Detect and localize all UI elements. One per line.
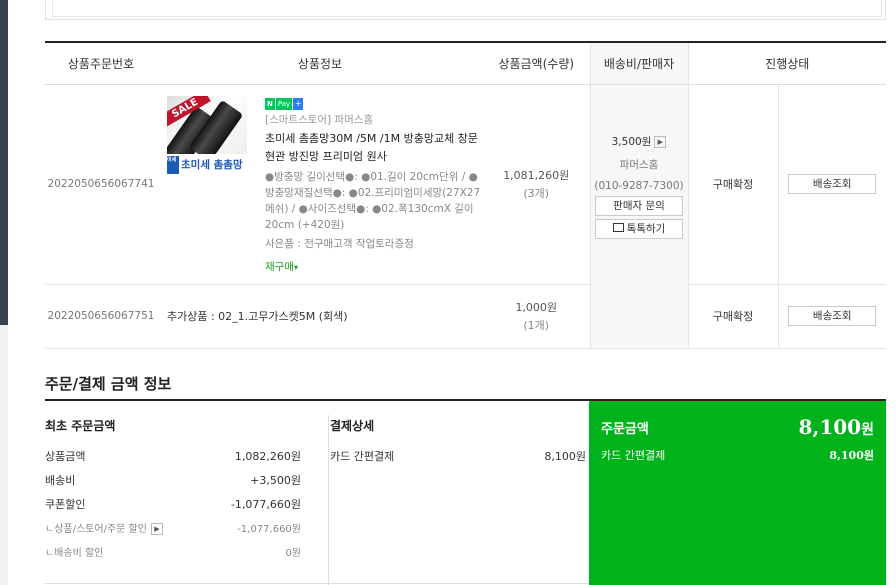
order-table: 상품주문번호 상품정보 상품금액(수량) 배송비/판매자 진행상태 202205… <box>45 41 886 349</box>
order-total-amount-wrap: 8,100원 <box>798 415 874 439</box>
summary-row-value: +3,500원 <box>250 474 301 487</box>
window-edge-lower <box>0 325 8 585</box>
chat-icon <box>612 223 624 232</box>
header-product-info: 상품정보 <box>157 41 483 85</box>
track-delivery-button[interactable]: 배송조회 <box>788 174 877 194</box>
product-name[interactable]: 초미세 촘촘망30M /5M /1M 방충망교체 창문 현관 방진망 프리미엄 … <box>265 130 483 166</box>
summary-row-value: -1,077,660원 <box>237 524 301 535</box>
payment-detail: 결제상세 카드 간편결제 8,100원 <box>328 415 586 585</box>
summary-row: 쿠폰할인 -1,077,660원 <box>45 496 301 520</box>
summary-row: 상품금액 1,082,260원 <box>45 448 301 472</box>
summary-row-label: ㄴ배송비 할인 <box>45 548 104 559</box>
price-cell: 1,081,260원 (3개) <box>483 84 590 285</box>
order-total-panel: 주문금액 8,100원 카드 간편결제 8,100원 <box>589 401 886 585</box>
seller-inquiry-button[interactable]: 판매자 문의 <box>595 195 683 216</box>
shipping-fee: 3,500원 <box>611 135 652 148</box>
order-total-label: 주문금액 <box>601 421 649 437</box>
order-total-won: 원 <box>861 422 874 438</box>
status-text: 구매확정 <box>688 84 778 285</box>
order-pay-row: 카드 간편결제 8,100원 <box>601 447 874 463</box>
track-cell: 배송조회 <box>777 84 886 285</box>
npay-n: N <box>265 97 275 110</box>
payment-summary: 최초 주문금액 상품금액 1,082,260원 배송비 +3,500원 쿠폰할인… <box>45 401 886 585</box>
summary-row-value: 1,082,260원 <box>234 450 301 463</box>
summary-row-label: 배송비 <box>45 474 76 487</box>
order-total-row: 주문금액 8,100원 <box>601 415 874 439</box>
talk-button-label: 톡톡하기 <box>626 222 666 235</box>
summary-row: ㄴ상품/스토어/주문 할인 ▶ -1,077,660원 <box>45 520 301 544</box>
header-order-no: 상품주문번호 <box>45 41 157 85</box>
divider <box>45 583 589 584</box>
thumbnail-mark: 미세 <box>167 155 179 174</box>
order-number: 2022050656067751 <box>45 284 157 349</box>
chevron-right-icon[interactable]: ▶ <box>150 523 163 535</box>
track-delivery-button[interactable]: 배송조회 <box>788 306 877 326</box>
additional-product-name: 추가상품 : 02_1.고무가스켓5M (회색) <box>167 310 348 323</box>
summary-row-value: 0원 <box>285 548 301 559</box>
rebuy-link[interactable]: 재구매▾ <box>265 259 483 274</box>
top-panel-inner <box>52 0 882 17</box>
window-edge <box>0 0 8 325</box>
npay-badge: N Pay + <box>265 97 304 110</box>
summary-row-label: ㄴ상품/스토어/주문 할인 <box>45 524 147 535</box>
track-cell: 배송조회 <box>777 284 886 349</box>
summary-row-value: -1,077,660원 <box>230 498 301 511</box>
order-number: 2022050656067741 <box>45 84 157 285</box>
table-row: 2022050656067741 SALE 미세 초미세 촘촘망 N Pay +… <box>45 84 886 349</box>
shipping-cell: 3,500원 ▶ 파머스홈 (010-9287-7300) 판매자 문의 톡톡하기 <box>589 84 689 349</box>
rebuy-label: 재구매 <box>265 260 294 273</box>
payment-method-label: 카드 간편결제 <box>330 450 395 463</box>
header-status: 진행상태 <box>688 41 886 85</box>
payment-detail-row: 카드 간편결제 8,100원 <box>330 448 586 464</box>
order-pay-label: 카드 간편결제 <box>601 449 666 462</box>
order-total-amount: 8,100 <box>798 415 862 439</box>
initial-order-heading: 최초 주문금액 <box>45 419 116 433</box>
product-thumbnail[interactable]: SALE 미세 초미세 촘촘망 <box>167 95 247 176</box>
summary-row-label: 상품금액 <box>45 450 86 463</box>
payment-method-value: 8,100원 <box>544 450 586 463</box>
quantity: (3개) <box>523 187 550 200</box>
summary-row: ㄴ배송비 할인 0원 <box>45 544 301 568</box>
summary-row: 배송비 +3,500원 <box>45 472 301 496</box>
summary-row-label: 쿠폰할인 <box>45 498 86 511</box>
summary-subrow-label-wrap: ㄴ상품/스토어/주문 할인 ▶ <box>45 520 163 544</box>
price-value: 1,000원 <box>515 301 558 314</box>
payment-summary-title: 주문/결제 금액 정보 <box>45 375 172 393</box>
table-row: 2022050656067751 추가상품 : 02_1.고무가스켓5M (회색… <box>45 284 886 349</box>
shipping-fee-line: 3,500원 ▶ <box>591 134 688 149</box>
order-pay-value: 8,100원 <box>829 449 874 462</box>
product-gift: 사은품 : 전구매고객 작업토라증정 <box>265 237 414 250</box>
payment-detail-heading: 결제상세 <box>330 419 375 433</box>
order-table-header: 상품주문번호 상품정보 상품금액(수량) 배송비/판매자 진행상태 <box>45 41 886 85</box>
price-value: 1,081,260원 <box>503 169 570 182</box>
chevron-right-icon[interactable]: ▶ <box>654 135 667 148</box>
seller-phone: (010-9287-7300) <box>594 179 684 192</box>
header-shipping: 배송비/판매자 <box>589 41 689 85</box>
npay-plus: + <box>293 97 304 110</box>
product-info-cell: SALE 미세 초미세 촘촘망 N Pay + [스마트스토어] 파머스홈 초미… <box>157 84 483 285</box>
initial-order-amount: 최초 주문금액 상품금액 1,082,260원 배송비 +3,500원 쿠폰할인… <box>45 401 301 585</box>
thumbnail-label: 미세 초미세 촘촘망 <box>167 153 247 176</box>
store-name[interactable]: [스마트스토어] 파머스홈 <box>265 113 483 128</box>
price-cell: 1,000원 (1개) <box>483 284 590 349</box>
quantity: (1개) <box>523 319 550 332</box>
header-price: 상품금액(수량) <box>483 41 590 85</box>
chevron-down-icon: ▾ <box>293 262 298 272</box>
talk-button[interactable]: 톡톡하기 <box>595 218 683 239</box>
thumbnail-text: 초미세 촘촘망 <box>181 159 243 171</box>
npay-pay: Pay <box>275 97 293 110</box>
product-options: ●방충망 길이선택●: ●01.길이 20cm단위 / ●방충망재질선택●: ●… <box>265 170 481 231</box>
product-info-cell: 추가상품 : 02_1.고무가스켓5M (회색) <box>157 284 483 349</box>
status-text: 구매확정 <box>688 284 778 349</box>
seller-name: 파머스홈 <box>619 158 659 171</box>
